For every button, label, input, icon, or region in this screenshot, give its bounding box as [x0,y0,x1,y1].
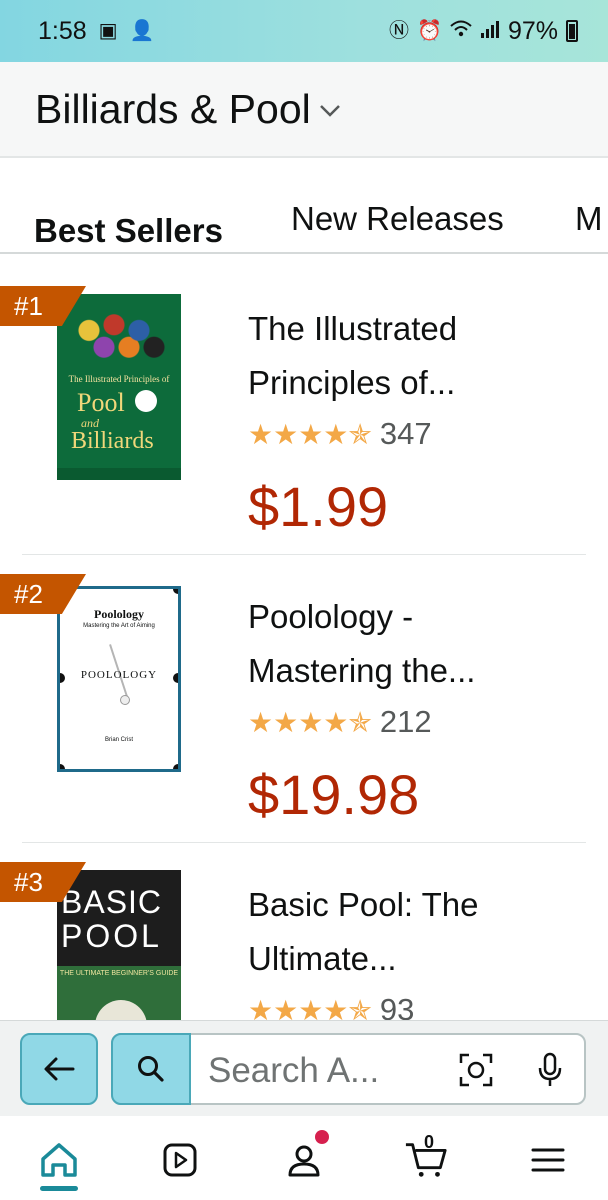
tab-bar: Best Sellers New Releases M [0,160,608,254]
list-item[interactable]: #1 The Illustrated Principles of Pool an… [0,256,608,544]
star-rating-icon: ★★★★✯ [248,418,372,450]
corner-dot [60,764,65,769]
nav-menu[interactable] [526,1138,570,1182]
product-title-line: Principles of... [248,364,456,401]
product-title[interactable]: Poolology - Mastering the... [248,590,568,698]
cover-text: Mastering the Art of Aiming [83,623,155,629]
arrow-left-icon [44,1057,75,1081]
cover-text: Poolology [94,607,144,621]
alarm-icon: ⏰ [417,20,442,42]
search-input[interactable]: Search A... [208,1051,379,1091]
battery-icon [566,20,578,42]
star-rating-icon: ★★★★✯ [248,994,372,1021]
photo-notification-icon: ▣ [98,20,118,42]
bottom-nav: 0 [0,1116,608,1200]
review-count: 347 [379,416,432,451]
corner-dot [173,764,178,769]
back-button[interactable] [20,1033,98,1105]
product-title-line: Mastering the... [248,652,476,689]
chevron-down-icon[interactable] [319,104,341,123]
cover-text: Pool [77,388,125,417]
review-count: 93 [379,992,415,1020]
add-contact-icon: 👤 [129,20,155,42]
review-count: 212 [379,704,432,739]
cue-ball-image [135,390,157,412]
book-cover[interactable]: Poolology Mastering the Art of Aiming PO… [57,586,181,772]
product-title-line: Basic Pool: The [248,886,479,923]
menu-icon [531,1148,565,1172]
product-title-line: Ultimate... [248,940,397,977]
user-icon [288,1145,320,1177]
status-bar: 1:58 ▣ 👤 Ⓝ ⏰ 97% [0,0,608,62]
cover-text: POOL [61,918,162,954]
cover-text: The Illustrated Principles of [68,374,170,384]
nav-home[interactable] [37,1138,81,1182]
category-header[interactable]: Billiards & Pool [0,62,608,158]
cover-text: BASIC [61,884,163,920]
cover-text: THE ULTIMATE BEGINNER'S GUIDE [59,970,179,977]
product-title[interactable]: Basic Pool: The Ultimate... [248,878,568,986]
search-box[interactable]: Search A... [111,1033,586,1105]
product-rating[interactable]: ★★★★✯ 347 [248,416,432,452]
product-price: $19.98 [248,763,420,826]
voice-search-button[interactable] [529,1049,571,1091]
list-item[interactable]: #3 BASIC POOL THE ULTIMATE BEGINNER'S GU… [0,832,608,1020]
tab-more[interactable]: M [575,200,603,238]
product-title-line: The Illustrated [248,310,458,347]
cover-text: Billiards [71,428,154,454]
wifi-icon [450,19,472,43]
product-rating[interactable]: ★★★★✯ 93 [248,992,414,1020]
battery-percent: 97% [507,16,558,45]
microphone-icon [538,1052,562,1086]
product-list: #1 The Illustrated Principles of Pool an… [0,256,608,1020]
book-cover[interactable]: The Illustrated Principles of Pool and B… [57,294,181,480]
cover-strip [57,468,181,480]
search-icon [138,1056,164,1082]
camera-search-button[interactable] [455,1049,497,1091]
ball-image [120,695,130,705]
camera-scan-icon [459,1053,493,1087]
nfc-icon: Ⓝ [389,20,410,42]
tab-new-releases[interactable]: New Releases [291,200,504,238]
product-rating[interactable]: ★★★★✯ 212 [248,704,432,740]
search-button[interactable] [111,1033,191,1105]
nav-video[interactable] [158,1138,202,1182]
product-price: $1.99 [248,475,389,538]
search-bar-row: Search A... [0,1020,608,1116]
product-title[interactable]: The Illustrated Principles of... [248,302,568,410]
status-time: 1:58 [38,16,87,45]
signal-icon [480,19,500,43]
home-icon [41,1143,77,1177]
notification-dot [315,1130,329,1144]
cart-count: 0 [424,1132,435,1152]
cover-text: POOLOLOGY [80,669,158,681]
active-indicator [40,1186,78,1191]
page-title: Billiards & Pool [35,85,311,132]
star-rating-icon: ★★★★✯ [248,706,372,738]
cover-text: Brian Crist [104,737,133,743]
book-cover[interactable]: BASIC POOL THE ULTIMATE BEGINNER'S GUIDE [57,870,181,1020]
billiard-balls-image [69,308,169,364]
nav-account[interactable] [282,1138,326,1182]
tab-best-sellers[interactable]: Best Sellers [34,212,223,250]
product-title-line: Poolology - [248,598,414,635]
video-play-icon [163,1143,197,1177]
corner-dot [173,589,178,594]
list-item[interactable]: #2 Poolology Mastering the Art of Aiming… [0,544,608,832]
